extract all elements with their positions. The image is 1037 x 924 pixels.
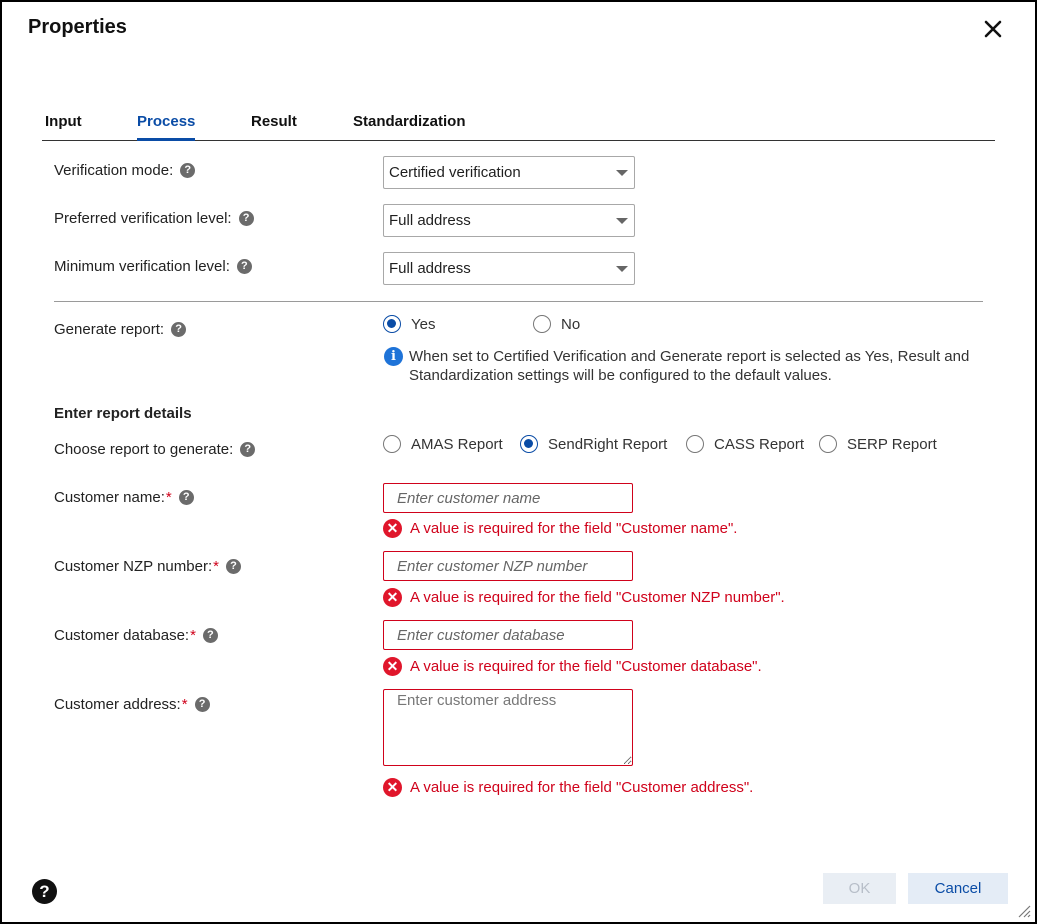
info-icon: i (384, 347, 403, 366)
radio-serp-label[interactable]: SERP Report (847, 436, 937, 453)
required-marker: * (190, 627, 196, 644)
radio-sendright[interactable] (520, 435, 538, 453)
required-marker: * (165, 489, 172, 506)
help-icon[interactable]: ? (194, 697, 210, 712)
generate-report-text: Generate report: (54, 321, 165, 338)
ok-button[interactable]: OK (823, 873, 896, 904)
customer-name-error: ✕ A value is required for the field "Cus… (383, 519, 737, 538)
customer-name-label: Customer name: * ? (54, 489, 194, 506)
radio-no-label[interactable]: No (561, 316, 580, 333)
radio-amas-label[interactable]: AMAS Report (411, 436, 503, 453)
help-icon[interactable]: ? (225, 559, 241, 574)
customer-nzp-label: Customer NZP number: * ? (54, 558, 241, 575)
radio-no[interactable] (533, 315, 551, 333)
verification-mode-value: Certified verification (389, 164, 521, 181)
customer-nzp-error-text: A value is required for the field "Custo… (410, 589, 785, 606)
cancel-button[interactable]: Cancel (908, 873, 1008, 904)
properties-dialog: Properties Input Process Result Standard… (0, 0, 1037, 924)
minimum-level-label: Minimum verification level: ? (54, 258, 252, 275)
radio-cass-label[interactable]: CASS Report (714, 436, 804, 453)
customer-database-label: Customer database: * ? (54, 627, 218, 644)
required-marker: * (181, 696, 188, 713)
tab-input[interactable]: Input (45, 113, 82, 138)
preferred-level-label: Preferred verification level: ? (54, 210, 254, 227)
customer-database-error: ✕ A value is required for the field "Cus… (383, 657, 762, 676)
minimum-level-select[interactable]: Full address (383, 252, 635, 285)
report-option-sendright[interactable]: SendRight Report (520, 435, 667, 453)
radio-serp[interactable] (819, 435, 837, 453)
customer-database-text: Customer database: (54, 627, 190, 644)
generate-report-no[interactable]: No (533, 315, 580, 333)
customer-address-error: ✕ A value is required for the field "Cus… (383, 778, 753, 797)
radio-yes[interactable] (383, 315, 401, 333)
tab-bar: Input Process Result Standardization (42, 110, 995, 141)
close-icon[interactable] (980, 16, 1006, 42)
error-icon: ✕ (383, 778, 402, 797)
preferred-level-select[interactable]: Full address (383, 204, 635, 237)
customer-nzp-input[interactable] (383, 551, 633, 581)
help-icon[interactable]: ? (171, 322, 187, 337)
chevron-down-icon (616, 170, 628, 176)
error-icon: ✕ (383, 519, 402, 538)
help-circle-icon[interactable]: ? (32, 879, 57, 904)
preferred-level-text: Preferred verification level: (54, 210, 232, 227)
report-details-heading: Enter report details (54, 405, 192, 422)
help-icon[interactable]: ? (202, 628, 218, 643)
help-icon[interactable]: ? (178, 490, 194, 505)
customer-name-input[interactable] (383, 483, 633, 513)
minimum-level-text: Minimum verification level: (54, 258, 230, 275)
tab-process[interactable]: Process (137, 113, 196, 141)
customer-database-input[interactable] (383, 620, 633, 650)
radio-amas[interactable] (383, 435, 401, 453)
radio-cass[interactable] (686, 435, 704, 453)
dialog-title: Properties (28, 16, 127, 38)
customer-address-text: Customer address: (54, 696, 181, 713)
resize-grip-icon[interactable] (1017, 904, 1031, 918)
chevron-down-icon (616, 218, 628, 224)
customer-address-input[interactable] (383, 689, 633, 766)
tab-result[interactable]: Result (251, 113, 297, 138)
generate-report-label: Generate report: ? (54, 321, 187, 338)
info-message: When set to Certified Verification and G… (409, 348, 970, 384)
customer-nzp-text: Customer NZP number: (54, 558, 213, 575)
chevron-down-icon (616, 266, 628, 272)
report-option-amas[interactable]: AMAS Report (383, 435, 503, 453)
verification-mode-label: Verification mode: ? (54, 162, 196, 179)
help-icon[interactable]: ? (240, 442, 256, 457)
report-option-cass[interactable]: CASS Report (686, 435, 804, 453)
required-marker: * (213, 558, 219, 575)
preferred-level-value: Full address (389, 212, 471, 229)
help-icon[interactable]: ? (180, 163, 196, 178)
customer-address-error-text: A value is required for the field "Custo… (410, 779, 754, 796)
customer-address-label: Customer address: * ? (54, 696, 210, 713)
help-icon[interactable]: ? (236, 259, 252, 274)
tab-standardization[interactable]: Standardization (353, 113, 466, 138)
choose-report-text: Choose report to generate: (54, 441, 234, 458)
customer-name-error-text: A value is required for the field "Custo… (410, 520, 738, 537)
radio-yes-label[interactable]: Yes (411, 316, 435, 333)
radio-sendright-label[interactable]: SendRight Report (548, 436, 667, 453)
customer-nzp-error: ✕ A value is required for the field "Cus… (383, 588, 785, 607)
customer-database-error-text: A value is required for the field "Custo… (410, 658, 762, 675)
verification-mode-text: Verification mode: (54, 162, 174, 179)
report-option-serp[interactable]: SERP Report (819, 435, 937, 453)
section-divider (54, 301, 983, 302)
customer-name-text: Customer name: (54, 489, 165, 506)
choose-report-label: Choose report to generate: ? (54, 441, 256, 458)
verification-mode-select[interactable]: Certified verification (383, 156, 635, 189)
generate-report-yes[interactable]: Yes (383, 315, 435, 333)
help-icon[interactable]: ? (238, 211, 254, 226)
error-icon: ✕ (383, 588, 402, 607)
error-icon: ✕ (383, 657, 402, 676)
minimum-level-value: Full address (389, 260, 471, 277)
